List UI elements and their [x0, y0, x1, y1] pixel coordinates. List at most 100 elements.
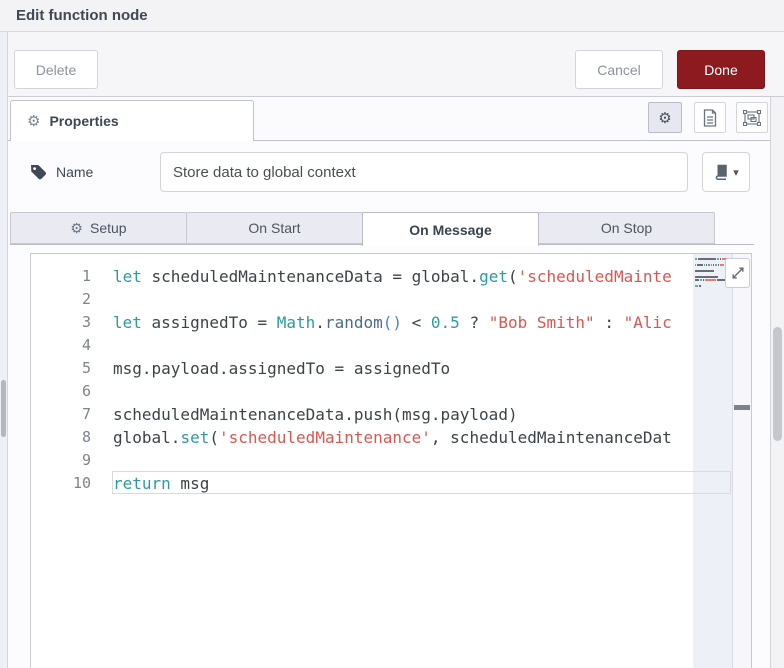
minimap-segment: [697, 258, 716, 260]
tab-label: Setup: [89, 220, 127, 236]
editor-scrollbar-handle[interactable]: [734, 405, 750, 410]
code-editor[interactable]: 1 let scheduledMaintenanceData = global.g…: [30, 253, 752, 668]
line-number: 5: [81, 359, 91, 377]
code-line[interactable]: 7 scheduledMaintenanceData.push(msg.paylo…: [31, 403, 732, 426]
left-scrollbar-handle[interactable]: [1, 380, 6, 437]
tab-label: On Stop: [600, 220, 653, 236]
chevron-down-icon: ▾: [733, 166, 739, 179]
minimap-segment: [695, 279, 699, 281]
code-token: let: [113, 267, 142, 286]
tab-setup[interactable]: ⚙ Setup: [10, 212, 187, 244]
code-token: (: [507, 267, 518, 286]
tab-on-message[interactable]: On Message: [362, 212, 539, 246]
code-token: .: [315, 313, 325, 332]
code-token: "Bob Smith": [488, 313, 595, 332]
gear-icon: ⚙: [70, 219, 83, 236]
cancel-button[interactable]: Cancel: [575, 50, 663, 89]
code-token: 'scheduledMaintenance': [218, 428, 431, 447]
minimap-segment: [706, 264, 708, 266]
minimap-segment: [695, 285, 698, 287]
line-number: 4: [81, 336, 91, 354]
code-token: <: [402, 313, 431, 332]
line-number: 3: [81, 313, 91, 331]
gear-icon: ⚙: [658, 109, 672, 127]
code-token: , scheduledMaintenanceDat: [430, 428, 672, 447]
code-token: (): [382, 313, 402, 332]
minimap-segment: [719, 258, 721, 260]
code-line[interactable]: 6: [31, 380, 732, 403]
code-token: get: [479, 267, 508, 286]
expand-editor-button[interactable]: [725, 258, 750, 288]
code-line[interactable]: 3 let assignedTo = Math.random() < 0.5 ? …: [31, 311, 732, 334]
name-row: Name ▾: [8, 152, 770, 192]
minimap-segment: [697, 264, 704, 266]
left-scrollbar[interactable]: [0, 32, 8, 668]
code-line[interactable]: 1 let scheduledMaintenanceData = global.g…: [31, 265, 732, 288]
expand-icon: [731, 267, 744, 279]
dialog-header: Edit function node: [0, 0, 784, 32]
code-token: :: [594, 313, 624, 332]
code-token: set: [180, 428, 210, 447]
minimap-segment: [715, 264, 717, 266]
minimap-segment: [695, 264, 697, 266]
gear-icon: ⚙: [27, 113, 41, 130]
line-number: 6: [81, 382, 91, 400]
label-options-button[interactable]: ▾: [702, 152, 750, 192]
dialog-title: Edit function node: [16, 7, 148, 24]
tab-label: On Message: [409, 221, 492, 238]
line-number: 10: [72, 474, 91, 492]
properties-tab-bar: ⚙ Properties ⚙: [8, 97, 770, 141]
line-number: 8: [81, 428, 91, 446]
properties-tab-label: Properties: [49, 113, 119, 129]
dialog-scrollbar[interactable]: [770, 97, 784, 668]
edit-function-node-dialog: Edit function node Delete Cancel Done ⚙ …: [0, 0, 784, 668]
done-button[interactable]: Done: [677, 50, 765, 89]
code-line[interactable]: 2: [31, 288, 732, 311]
minimap-segment: [702, 279, 704, 281]
code-token: "Alic: [623, 313, 672, 332]
minimap-segment: [708, 264, 711, 266]
tab-on-start[interactable]: On Start: [186, 212, 363, 244]
object-group-icon: [743, 109, 761, 126]
book-icon: [715, 164, 727, 180]
code-line[interactable]: 5 msg.payload.assignedTo = assignedTo: [31, 357, 732, 380]
tag-icon: [31, 165, 47, 180]
document-icon: [703, 108, 717, 127]
code-token: ?: [459, 313, 489, 332]
properties-view-button[interactable]: ⚙: [648, 102, 682, 133]
code-line[interactable]: 8 global.set('scheduledMaintenance', sche…: [31, 426, 732, 449]
name-input[interactable]: [160, 152, 688, 192]
minimap-segment: [711, 264, 712, 266]
tab-properties[interactable]: ⚙ Properties: [10, 100, 254, 141]
code-token: 'scheduledMainte: [517, 267, 672, 286]
minimap-segment: [695, 276, 718, 278]
appearance-view-button[interactable]: [736, 102, 768, 133]
code-token: Math: [276, 313, 316, 332]
delete-button[interactable]: Delete: [14, 50, 98, 89]
code-token: (: [209, 428, 219, 447]
minimap-segment: [704, 264, 706, 266]
editor-scrollbar[interactable]: [732, 254, 751, 668]
properties-form: Name ▾ ⚙ Setup On Start On Message On Stop 1…: [8, 142, 770, 668]
dialog-toolbar: Delete Cancel Done: [8, 32, 784, 97]
dialog-scrollbar-handle[interactable]: [773, 327, 782, 441]
code-line[interactable]: 10 return msg: [31, 472, 732, 495]
tab-on-stop[interactable]: On Stop: [538, 212, 715, 244]
minimap-segment: [695, 270, 714, 272]
code-token: assignedTo =: [141, 313, 277, 332]
description-view-button[interactable]: [694, 102, 726, 133]
code-token: scheduledMaintenanceData = global.: [141, 267, 480, 286]
minimap-segment: [712, 264, 715, 266]
minimap-segment: [720, 264, 725, 266]
line-number: 1: [81, 267, 91, 285]
code-token: scheduledMaintenanceData.push(msg.payloa…: [113, 405, 518, 424]
minimap-segment: [699, 279, 702, 281]
code-line[interactable]: 9: [31, 449, 732, 472]
code-line[interactable]: 4: [31, 334, 732, 357]
line-number: 7: [81, 405, 91, 423]
tab-label: On Start: [248, 220, 301, 236]
minimap-segment: [695, 258, 697, 260]
code-token: msg: [170, 474, 210, 493]
minimap-segment: [699, 285, 701, 287]
minimap-segment: [717, 264, 720, 266]
